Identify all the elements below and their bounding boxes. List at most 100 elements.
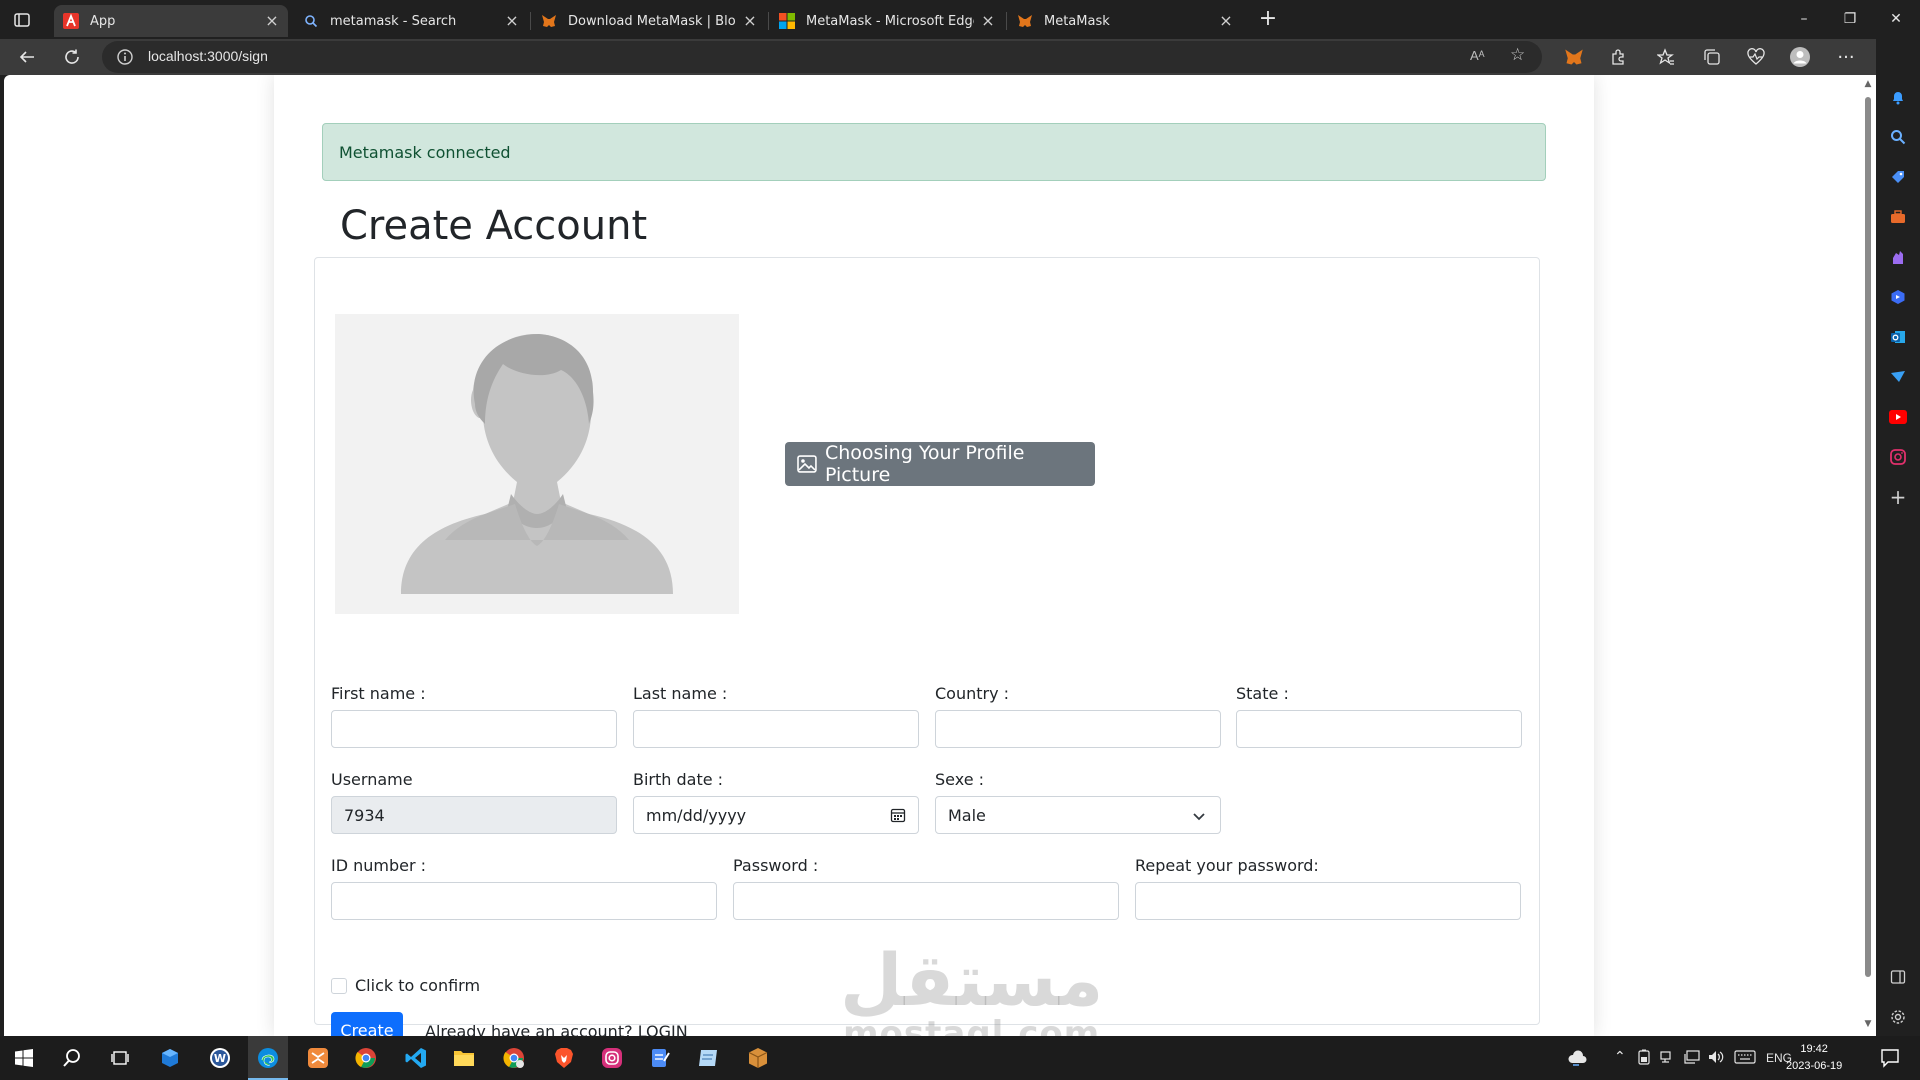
minimize-button[interactable]: –	[1784, 6, 1824, 32]
file-explorer-icon[interactable]	[452, 1046, 476, 1070]
system-clock[interactable]: 19:42 2023-06-19	[1786, 1041, 1842, 1075]
tab-title: App	[90, 13, 116, 29]
scrollbar-thumb[interactable]	[1865, 97, 1871, 977]
tab-title: metamask - Search	[330, 13, 457, 29]
close-tab-icon[interactable]: ×	[504, 13, 520, 29]
refresh-button[interactable]	[58, 43, 86, 71]
instagram-app-icon[interactable]	[600, 1046, 624, 1070]
restore-button[interactable]: ❐	[1830, 6, 1870, 32]
profile-avatar-icon[interactable]	[1786, 43, 1814, 71]
word-app-icon[interactable]: W	[208, 1046, 232, 1070]
country-input[interactable]	[935, 710, 1221, 748]
extensions-icon[interactable]	[1604, 43, 1632, 71]
display-icon[interactable]	[1684, 1050, 1700, 1067]
page-scrollbar[interactable]: ▲ ▼	[1860, 75, 1876, 1036]
browser-essentials-icon[interactable]	[1742, 43, 1770, 71]
favorites-icon[interactable]	[1652, 43, 1680, 71]
instagram-icon[interactable]	[1888, 447, 1908, 467]
read-aloud-icon[interactable]: Aᴬ	[1470, 48, 1485, 63]
edge-browser-icon[interactable]	[256, 1046, 280, 1070]
tab-actions-icon[interactable]	[12, 10, 32, 30]
show-hidden-icons-chevron-icon[interactable]: ⌃	[1614, 1049, 1626, 1065]
address-bar[interactable]: localhost:3000/sign Aᴬ ☆	[102, 41, 1542, 73]
battery-icon[interactable]	[1638, 1049, 1650, 1068]
collections-icon[interactable]	[1698, 43, 1726, 71]
create-button[interactable]: Create	[331, 1012, 403, 1036]
have-account-label: Already have an account?	[425, 1022, 633, 1036]
page-viewport: Metamask connected Create Account Choosi…	[4, 75, 1860, 1036]
birth-date-placeholder: mm/dd/yyyy	[646, 806, 747, 825]
tab-download-metamask[interactable]: Download MetaMask | Blockchai ×	[532, 5, 766, 37]
close-window-button[interactable]: ✕	[1876, 6, 1916, 32]
hide-sidebar-icon[interactable]	[1888, 967, 1908, 987]
keyboard-icon[interactable]	[1734, 1050, 1756, 1067]
back-button[interactable]	[13, 43, 41, 71]
notepad-app-icon[interactable]	[648, 1046, 672, 1070]
volume-icon[interactable]	[1708, 1050, 1724, 1067]
app-icon	[62, 12, 80, 30]
scroll-up-arrow-icon[interactable]: ▲	[1863, 79, 1873, 89]
taskbar-search-icon[interactable]	[60, 1046, 84, 1070]
url-text[interactable]: localhost:3000/sign	[148, 48, 268, 64]
youtube-icon[interactable]	[1888, 407, 1908, 427]
tab-edge-addons[interactable]: MetaMask - Microsoft Edge Add ×	[770, 5, 1004, 37]
new-tab-button[interactable]: +	[1256, 8, 1280, 32]
add-sidebar-app-icon[interactable]: +	[1888, 485, 1908, 509]
chrome-icon[interactable]	[354, 1046, 378, 1070]
notification-bell-icon[interactable]	[1888, 87, 1908, 107]
notification-center-icon[interactable]	[1878, 1046, 1902, 1070]
chrome-profile-icon[interactable]	[502, 1046, 526, 1070]
scroll-down-arrow-icon[interactable]: ▼	[1863, 1019, 1873, 1029]
confirm-checkbox[interactable]	[331, 978, 347, 994]
state-input[interactable]	[1236, 710, 1522, 748]
archive-app-icon[interactable]	[306, 1046, 330, 1070]
tab-metamask[interactable]: MetaMask ×	[1008, 5, 1242, 37]
repeat-password-input[interactable]	[1135, 882, 1521, 920]
microsoft-365-icon[interactable]	[1888, 287, 1908, 307]
notes-app-icon[interactable]	[696, 1046, 720, 1070]
favorite-star-icon[interactable]: ☆	[1510, 45, 1525, 65]
username-label: Username	[331, 770, 413, 789]
password-input[interactable]	[733, 882, 1119, 920]
more-menu-icon[interactable]: ···	[1832, 43, 1860, 71]
birth-date-input[interactable]: mm/dd/yyyy	[633, 796, 919, 834]
outlook-icon[interactable]	[1888, 327, 1908, 347]
tab-separator	[768, 12, 769, 30]
login-link[interactable]: LOGIN	[638, 1022, 688, 1036]
drop-send-icon[interactable]	[1888, 367, 1908, 387]
metamask-fox-icon	[540, 12, 558, 30]
network-icon[interactable]	[1660, 1050, 1676, 1067]
sidebar-settings-gear-icon[interactable]	[1888, 1007, 1908, 1027]
close-tab-icon[interactable]: ×	[980, 13, 996, 29]
site-info-icon[interactable]	[116, 48, 134, 70]
metamask-extension-icon[interactable]	[1560, 43, 1588, 71]
close-tab-icon[interactable]: ×	[1218, 13, 1234, 29]
3d-box-app-icon[interactable]	[158, 1046, 182, 1070]
metamask-status-alert: Metamask connected	[322, 123, 1546, 181]
password-label: Password :	[733, 856, 819, 875]
shopping-tag-icon[interactable]	[1888, 167, 1908, 187]
tab-metamask-search[interactable]: metamask - Search ×	[294, 5, 528, 37]
games-icon[interactable]	[1888, 247, 1908, 267]
tools-briefcase-icon[interactable]	[1888, 207, 1908, 227]
close-tab-icon[interactable]: ×	[264, 13, 280, 29]
tab-app[interactable]: App ×	[54, 5, 288, 37]
country-label: Country :	[935, 684, 1010, 703]
calendar-icon[interactable]	[890, 807, 906, 827]
id-number-input[interactable]	[331, 882, 717, 920]
search-icon[interactable]	[1888, 127, 1908, 147]
confirm-label[interactable]: Click to confirm	[355, 976, 480, 995]
windows-start-icon[interactable]	[12, 1046, 36, 1070]
brave-browser-icon[interactable]	[552, 1046, 576, 1070]
task-view-icon[interactable]	[108, 1046, 132, 1070]
username-input[interactable]: 7934	[331, 796, 617, 834]
first-name-input[interactable]	[331, 710, 617, 748]
weather-icon[interactable]	[1566, 1046, 1590, 1070]
vscode-icon[interactable]	[404, 1046, 428, 1070]
package-app-icon[interactable]	[746, 1046, 770, 1070]
choose-profile-picture-button[interactable]: Choosing Your Profile Picture	[785, 442, 1095, 486]
close-tab-icon[interactable]: ×	[742, 13, 758, 29]
last-name-input[interactable]	[633, 710, 919, 748]
page-container: Metamask connected Create Account Choosi…	[274, 75, 1594, 1036]
sexe-select[interactable]: Male	[935, 796, 1221, 834]
